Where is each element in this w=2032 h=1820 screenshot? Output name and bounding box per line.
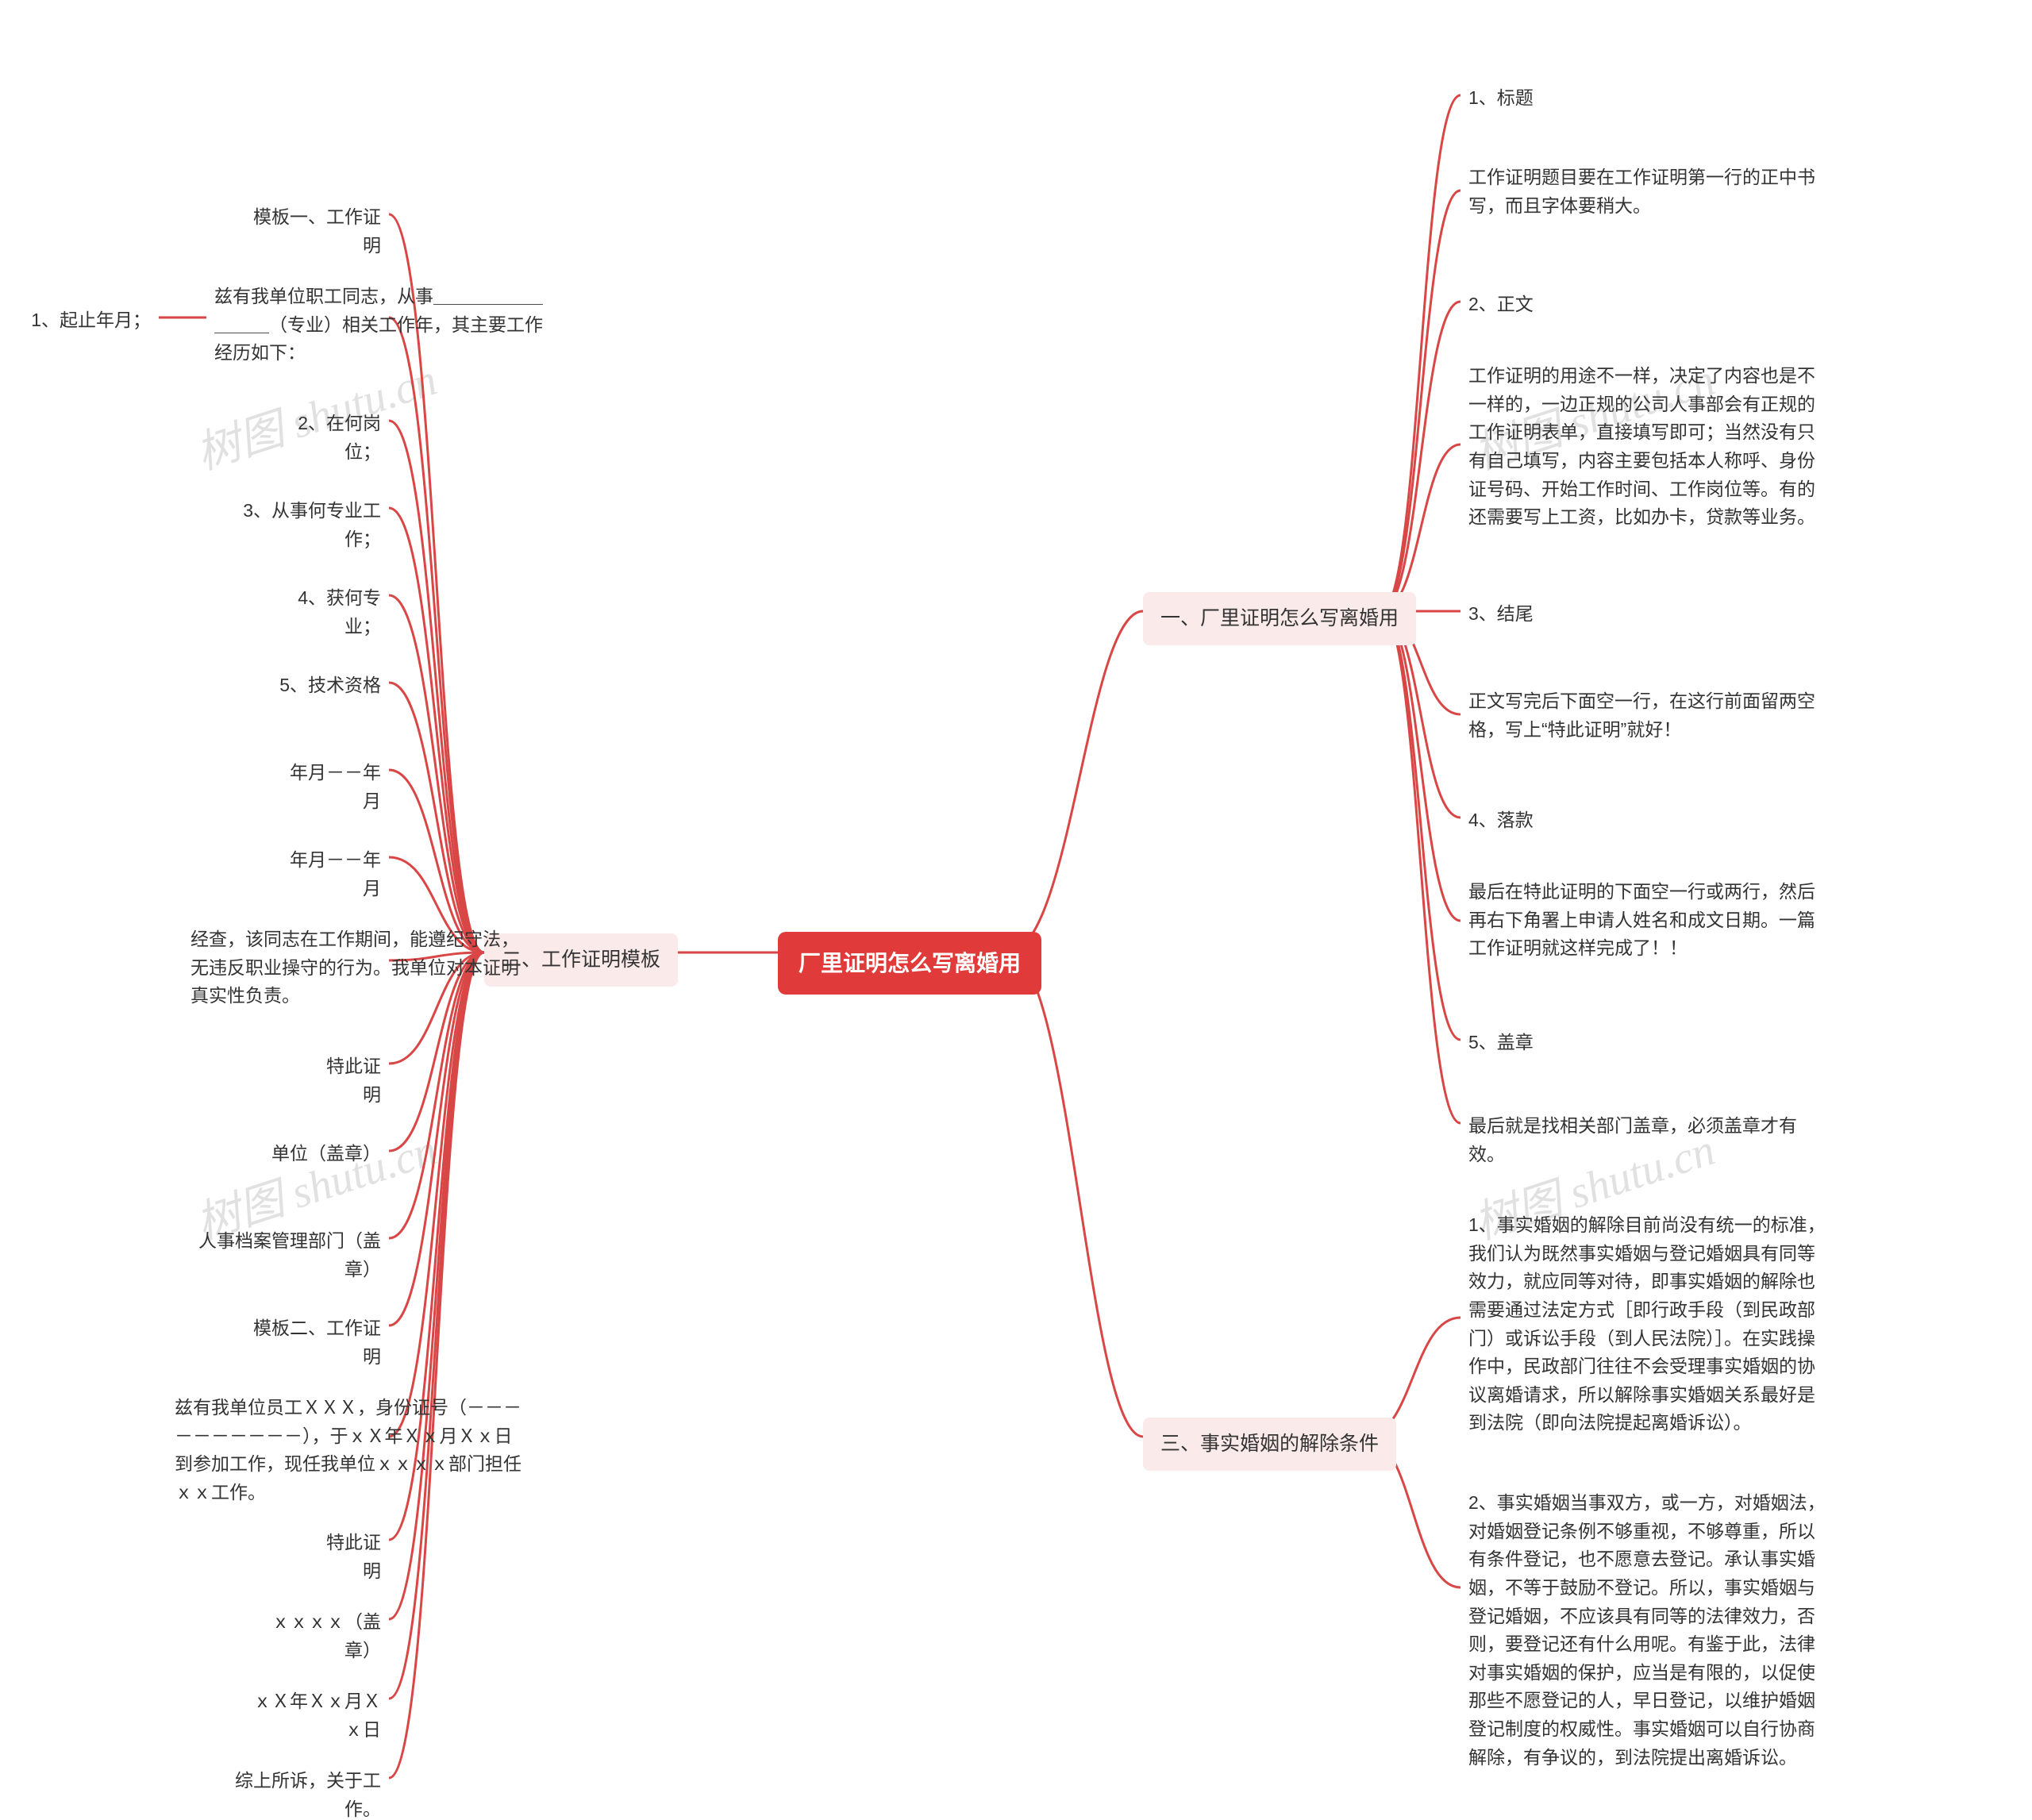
- b3-leaf-0[interactable]: 1、事实婚姻的解除目前尚没有统一的标准，我们认为既然事实婚姻与登记婚姻具有同等效…: [1460, 1206, 1834, 1442]
- b1-leaf-0[interactable]: 1、标题: [1460, 79, 1541, 117]
- root-node[interactable]: 厂里证明怎么写离婚用: [778, 932, 1041, 995]
- b2-leaf-6[interactable]: 年月－－年月: [270, 754, 389, 820]
- b2-leaf-15[interactable]: ｘｘｘｘ（盖章）: [246, 1603, 389, 1669]
- b2-leaf-9[interactable]: 特此证明: [302, 1048, 389, 1114]
- b2-leaf-12[interactable]: 模板二、工作证明: [238, 1310, 389, 1376]
- b2-leaf-7[interactable]: 年月－－年月: [270, 841, 389, 907]
- branch-1[interactable]: 一、厂里证明怎么写离婚用: [1143, 592, 1416, 645]
- b2-leaf-17[interactable]: 综上所诉，关于工作。: [222, 1762, 389, 1820]
- b1-leaf-6[interactable]: 4、落款: [1460, 802, 1541, 840]
- b1-leaf-7[interactable]: 最后在特此证明的下面空一行或两行，然后再右下角署上申请人姓名和成文日期。一篇工作…: [1460, 873, 1834, 968]
- b2-leaf-1[interactable]: 兹有我单位职工同志，从事＿＿＿＿＿＿＿＿＿（专业）相关工作年，其主要工作经历如下…: [206, 278, 556, 372]
- b1-leaf-4[interactable]: 3、结尾: [1460, 595, 1541, 633]
- b2-leaf-16[interactable]: ｘＸ年Ｘｘ月Ｘｘ日: [230, 1683, 389, 1749]
- b1-leaf-3[interactable]: 工作证明的用途不一样，决定了内容也是不一样的，一边正规的公司人事部会有正规的工作…: [1460, 357, 1834, 537]
- b2-leaf-3[interactable]: 3、从事何专业工作；: [214, 492, 389, 558]
- b1-leaf-2[interactable]: 2、正文: [1460, 286, 1541, 324]
- b2-leaf-2[interactable]: 2、在何岗位；: [262, 405, 389, 471]
- mindmap-canvas: 树图 shutu.cn 树图 shutu.cn 树图 shutu.cn 树图 s…: [0, 0, 2032, 1820]
- b2-leaf-14[interactable]: 特此证明: [302, 1524, 389, 1590]
- b3-leaf-1[interactable]: 2、事实婚姻当事双方，或一方，对婚姻法，对婚姻登记条例不够重视，不够尊重，所以有…: [1460, 1484, 1834, 1776]
- b1-leaf-5[interactable]: 正文写完后下面空一行，在这行前面留两空格，写上“特此证明”就好！: [1460, 683, 1834, 748]
- branch-3[interactable]: 三、事实婚姻的解除条件: [1143, 1418, 1396, 1471]
- b1-leaf-1[interactable]: 工作证明题目要在工作证明第一行的正中书写，而且字体要稍大。: [1460, 159, 1834, 225]
- b1-leaf-8[interactable]: 5、盖章: [1460, 1024, 1541, 1062]
- b2-leaf-11[interactable]: 人事档案管理部门（盖章）: [183, 1222, 389, 1288]
- b2-leaf-0[interactable]: 模板一、工作证明: [238, 198, 389, 264]
- b1-leaf-9[interactable]: 最后就是找相关部门盖章，必须盖章才有效。: [1460, 1107, 1834, 1173]
- b2-leaf-5[interactable]: 5、技术资格: [262, 667, 389, 705]
- b2-leaf-10[interactable]: 单位（盖章）: [262, 1135, 389, 1173]
- b2-leaf-4[interactable]: 4、获何专业；: [262, 579, 389, 645]
- b2-leaf-8[interactable]: 经查，该同志在工作期间，能遵纪守法，无违反职业操守的行为。我单位对本证明真实性负…: [183, 921, 540, 1015]
- b2-sub[interactable]: 1、起止年月；: [16, 302, 159, 340]
- b2-leaf-13[interactable]: 兹有我单位员工ＸＸＸ，身份证号（－－－－－－－－－－），于ｘＸ年Ｘｘ月Ｘｘ日到参…: [167, 1389, 532, 1512]
